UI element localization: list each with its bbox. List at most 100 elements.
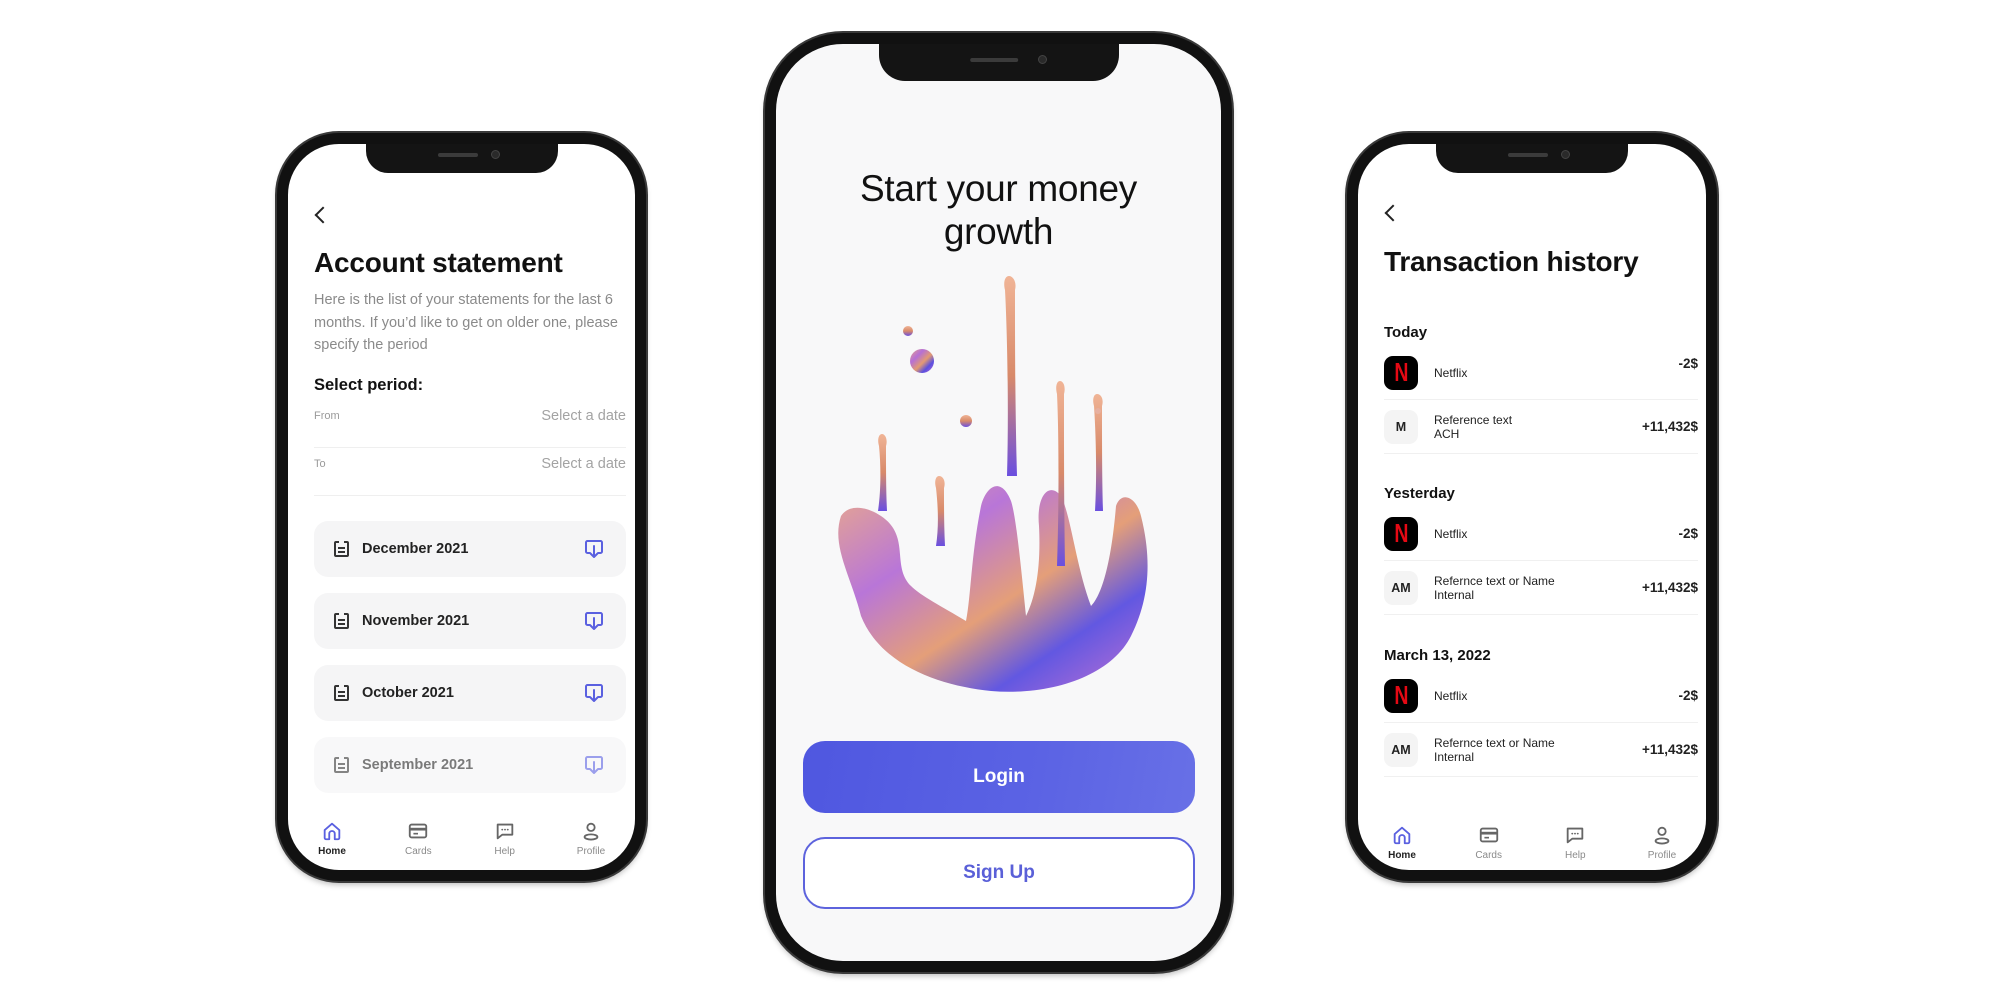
transaction-amount: +11,432$ xyxy=(1642,580,1698,595)
from-label: From xyxy=(314,410,340,422)
nav-label: Cards xyxy=(404,846,432,857)
login-button[interactable]: Login xyxy=(803,741,1195,813)
group-label-yesterday: Yesterday xyxy=(1384,485,1455,502)
profile-icon xyxy=(583,822,599,841)
welcome-title-line-2: growth xyxy=(943,211,1054,252)
phone-transaction-history: Transaction history Today N Netflix -2$ … xyxy=(1347,133,1717,881)
to-label: To xyxy=(314,458,326,470)
phone-notch xyxy=(1436,144,1628,173)
splash-droplet xyxy=(1095,408,1101,414)
netflix-logo-icon: N xyxy=(1384,355,1418,390)
splash-droplet xyxy=(903,326,913,336)
back-arrow-icon[interactable] xyxy=(1384,204,1402,222)
from-date-field[interactable]: From Select a date xyxy=(314,400,626,448)
splash-droplet xyxy=(960,415,972,427)
transaction-name: Refernce text or Name Internal xyxy=(1434,735,1555,764)
splash-tendril xyxy=(1004,276,1017,476)
page-title: Transaction history xyxy=(1384,246,1639,277)
transaction-name: Netflix xyxy=(1434,365,1468,380)
phone-welcome: Start your money growth Login Sign Up xyxy=(765,33,1232,972)
phone-notch xyxy=(878,44,1119,81)
document-icon xyxy=(334,541,349,557)
splash-tendril xyxy=(935,476,945,546)
home-icon xyxy=(323,822,341,841)
page-title: Account statement xyxy=(314,247,563,278)
statement-label: October 2021 xyxy=(362,685,454,701)
nav-item-home[interactable]: Home xyxy=(302,820,362,857)
nav-label: Help xyxy=(1565,850,1586,861)
page-description: Here is the list of your statements for … xyxy=(314,292,618,353)
document-icon xyxy=(334,613,349,629)
card-icon xyxy=(409,823,428,839)
transaction-row[interactable]: AM Refernce text or Name Internal +11,432… xyxy=(1384,723,1698,777)
transaction-amount: -2$ xyxy=(1678,356,1698,371)
chat-icon xyxy=(1567,827,1584,844)
transaction-amount: +11,432$ xyxy=(1642,742,1698,757)
nav-label: Profile xyxy=(576,846,606,857)
document-icon xyxy=(334,757,349,773)
welcome-title-line-1: Start your money xyxy=(860,168,1137,209)
statement-label: November 2021 xyxy=(362,613,470,629)
nav-item-cards[interactable]: Cards xyxy=(388,820,448,857)
profile-icon xyxy=(1654,826,1670,845)
transaction-name: Netflix xyxy=(1434,526,1468,541)
transaction-name: Reference text ACH xyxy=(1434,412,1513,441)
download-icon[interactable] xyxy=(584,539,604,559)
document-icon xyxy=(334,685,349,701)
download-icon[interactable] xyxy=(584,755,604,775)
liquid-splash-illustration xyxy=(838,276,1148,692)
netflix-logo-icon: N xyxy=(1384,678,1418,713)
transaction-row[interactable]: M Reference text ACH +11,432$ xyxy=(1384,400,1698,454)
transaction-name: Netflix xyxy=(1434,688,1468,703)
initials-avatar: AM xyxy=(1384,732,1418,767)
nav-item-profile[interactable]: Profile xyxy=(561,820,621,857)
statement-row-september-2021[interactable]: September 2021 xyxy=(314,737,626,793)
select-period-label: Select period: xyxy=(314,376,424,394)
nav-label: Cards xyxy=(1475,850,1502,861)
chat-icon xyxy=(496,823,513,840)
netflix-logo-icon: N xyxy=(1384,516,1418,551)
nav-label: Home xyxy=(318,846,346,857)
nav-item-profile[interactable]: Profile xyxy=(1632,824,1692,861)
splash-tendril xyxy=(878,434,887,511)
nav-item-help[interactable]: Help xyxy=(475,820,535,857)
nav-label: Profile xyxy=(1647,850,1677,861)
download-icon[interactable] xyxy=(584,683,604,703)
transaction-row[interactable]: N Netflix -2$ xyxy=(1384,669,1698,723)
nav-label: Home xyxy=(1388,850,1416,861)
initials-avatar: M xyxy=(1384,409,1418,444)
bottom-nav: Home Cards Help Profile xyxy=(302,820,621,857)
nav-item-cards[interactable]: Cards xyxy=(1459,824,1519,861)
initials-avatar: AM xyxy=(1384,570,1418,605)
transaction-row[interactable]: N Netflix -2$ xyxy=(1384,346,1698,400)
back-arrow-icon[interactable] xyxy=(314,206,332,224)
statement-row-november-2021[interactable]: November 2021 xyxy=(314,593,626,649)
phone-account-statement: Account statement Here is the list of yo… xyxy=(277,133,646,881)
nav-label: Help xyxy=(494,846,515,857)
group-label-march-13-2022: March 13, 2022 xyxy=(1384,647,1491,664)
welcome-title: Start your money growth xyxy=(776,167,1221,253)
transaction-amount: -2$ xyxy=(1678,688,1698,703)
bottom-nav: Home Cards Help Profile xyxy=(1372,824,1692,861)
statement-label: December 2021 xyxy=(362,541,469,557)
card-icon xyxy=(1479,827,1498,843)
phone-notch xyxy=(365,144,558,173)
transaction-row[interactable]: AM Refernce text or Name Internal +11,432… xyxy=(1384,561,1698,615)
nav-item-home[interactable]: Home xyxy=(1372,824,1432,861)
group-label-today: Today xyxy=(1384,324,1428,341)
statement-label: September 2021 xyxy=(362,757,474,773)
signup-button[interactable]: Sign Up xyxy=(803,837,1195,909)
transaction-amount: -2$ xyxy=(1678,526,1698,541)
transaction-amount: +11,432$ xyxy=(1642,419,1698,434)
to-date-placeholder[interactable]: Select a date xyxy=(541,456,626,472)
statement-row-october-2021[interactable]: October 2021 xyxy=(314,665,626,721)
splash-body xyxy=(838,486,1148,692)
to-date-field[interactable]: To Select a date xyxy=(314,448,626,496)
transaction-name: Refernce text or Name Internal xyxy=(1434,573,1555,602)
download-icon[interactable] xyxy=(584,611,604,631)
from-date-placeholder[interactable]: Select a date xyxy=(541,408,626,424)
splash-droplet xyxy=(910,349,934,373)
statement-row-december-2021[interactable]: December 2021 xyxy=(314,521,626,577)
transaction-row[interactable]: N Netflix -2$ xyxy=(1384,507,1698,561)
nav-item-help[interactable]: Help xyxy=(1545,824,1605,861)
